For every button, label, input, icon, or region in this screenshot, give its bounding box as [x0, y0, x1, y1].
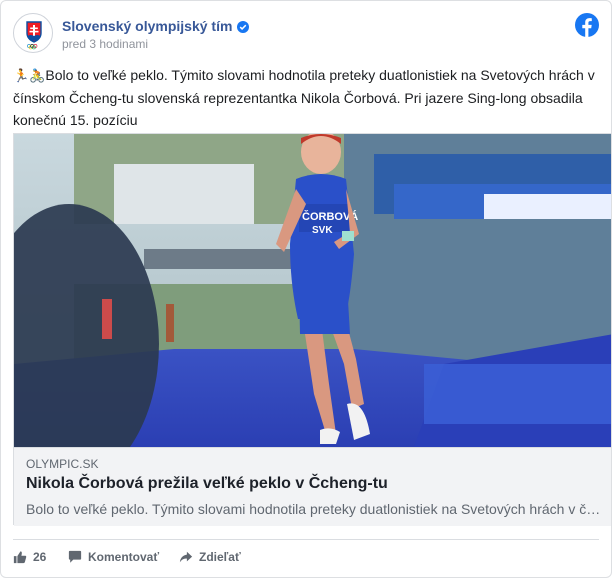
emoji-run-bike-icon: 🏃🚴	[13, 68, 46, 83]
page-avatar[interactable]	[13, 13, 53, 53]
link-title[interactable]: Nikola Čorbová prežila veľké peklo v Čch…	[26, 475, 388, 493]
share-button[interactable]: Zdieľať	[179, 550, 241, 564]
page-name-link[interactable]: Slovenský olympijský tím	[62, 18, 250, 34]
thumbs-up-icon	[13, 551, 27, 564]
share-label: Zdieľať	[199, 550, 241, 564]
bib-country: SVK	[312, 225, 333, 236]
comment-label: Komentovať	[88, 550, 160, 564]
link-preview[interactable]: ČORBOVÁ SVK OLYMPIC.SK Nikola Čorbová pr…	[13, 133, 611, 526]
post-message-text: Bolo to veľké peklo. Týmito slovami hodn…	[13, 67, 595, 128]
link-domain: OLYMPIC.SK	[26, 457, 99, 471]
slovak-olympic-logo-icon	[26, 21, 42, 50]
like-count: 26	[33, 550, 47, 564]
preview-photo[interactable]: ČORBOVÁ SVK	[14, 134, 611, 447]
comment-button[interactable]: Komentovať	[68, 550, 159, 564]
post-timestamp[interactable]: pred 3 hodinami	[62, 37, 148, 51]
actions-divider	[13, 539, 599, 540]
verified-badge-icon	[237, 21, 250, 33]
athlete-photo-illustration: ČORBOVÁ SVK	[14, 134, 611, 447]
post-message: 🏃🚴Bolo to veľké peklo. Týmito slovami ho…	[13, 64, 603, 131]
page-name[interactable]: Slovenský olympijský tím	[62, 18, 232, 34]
preview-text-block[interactable]: OLYMPIC.SK Nikola Čorbová prežila veľké …	[14, 447, 611, 526]
post-header: Slovenský olympijský tím pred 3 hodinami	[13, 13, 599, 57]
link-description: Bolo to veľké peklo. Týmito slovami hodn…	[26, 501, 601, 517]
comment-icon	[68, 550, 82, 563]
facebook-logo-icon[interactable]	[575, 13, 599, 37]
share-arrow-icon	[179, 551, 193, 563]
like-button[interactable]: 26	[13, 550, 46, 564]
facebook-post-card: Slovenský olympijský tím pred 3 hodinami…	[0, 0, 612, 578]
